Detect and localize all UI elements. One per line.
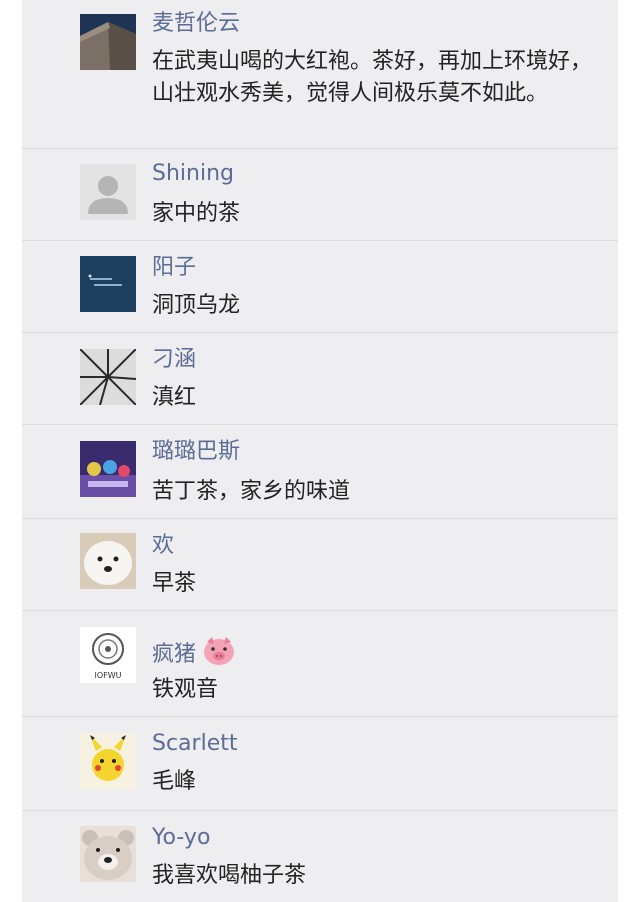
list-item: Yo-yo 我喜欢喝柚子茶 [22,810,618,902]
castle-wall-photo [80,14,136,70]
list-item: 阳子 洞顶乌龙 [22,240,618,333]
bear-plush-photo [80,826,136,882]
list-item: Scarlett 毛峰 [22,716,618,811]
list-item: 刁涵 滇红 [22,332,618,425]
svg-text:IOFWU: IOFWU [94,671,121,680]
list-item: 麦哲伦云 在武夷山喝的大红袍。茶好，再加上环境好，山壮观水秀美，觉得人间极乐莫不… [22,0,618,149]
comment-text: 家中的茶 [152,201,241,226]
comment-text: 洞顶乌龙 [152,293,241,318]
comment-text: 毛峰 [152,769,197,794]
list-item: 欢 早茶 [22,518,618,611]
comment-text: 滇红 [152,385,197,410]
medallion-logo: IOFWU [80,627,136,683]
commenter-name[interactable]: 璐璐巴斯 [152,438,240,466]
bw-tree-canopy-photo [80,349,136,405]
comment-text: 苦丁茶，家乡的味道 [152,479,351,504]
comment-text: 在武夷山喝的大红袍。茶好，再加上环境好，山壮观水秀美，觉得人间极乐莫不如此。 [152,49,593,106]
comment-text: 铁观音 [152,677,219,702]
avatar[interactable] [80,349,136,405]
dark-blue-text-image [80,256,136,312]
commenter-name[interactable]: 刁涵 [152,346,196,374]
avatar[interactable] [80,256,136,312]
avatar[interactable] [80,164,136,220]
commenter-name[interactable]: Shining [152,160,234,188]
avatar[interactable]: IOFWU [80,627,136,683]
comment-text: 早茶 [152,571,197,596]
avatar[interactable] [80,14,136,70]
commenter-name[interactable]: 阳子 [152,254,196,282]
list-item: Shining 家中的茶 [22,148,618,241]
commenter-name[interactable]: Scarlett [152,730,238,758]
list-item: IOFWU 疯猪 铁观音 [22,610,618,717]
avatar[interactable] [80,441,136,497]
avatar[interactable] [80,533,136,589]
avatar[interactable] [80,733,136,789]
comment-text: 我喜欢喝柚子茶 [152,863,307,888]
commenter-name[interactable]: Yo-yo [152,824,210,852]
commenter-name-text: 疯猪 [152,642,197,667]
default-person-icon [80,164,136,220]
avatar[interactable] [80,826,136,882]
commenter-name[interactable]: 麦哲伦云 [152,10,240,38]
white-dog-photo [80,533,136,589]
pikachu-image [80,733,136,789]
animated-characters-image [80,441,136,497]
pig-face-emoji-icon [202,636,236,674]
comment-list: 麦哲伦云 在武夷山喝的大红袍。茶好，再加上环境好，山壮观水秀美，觉得人间极乐莫不… [22,0,618,902]
commenter-name[interactable]: 疯猪 [152,636,236,674]
commenter-name[interactable]: 欢 [152,532,174,560]
list-item: 璐璐巴斯 苦丁茶，家乡的味道 [22,424,618,519]
